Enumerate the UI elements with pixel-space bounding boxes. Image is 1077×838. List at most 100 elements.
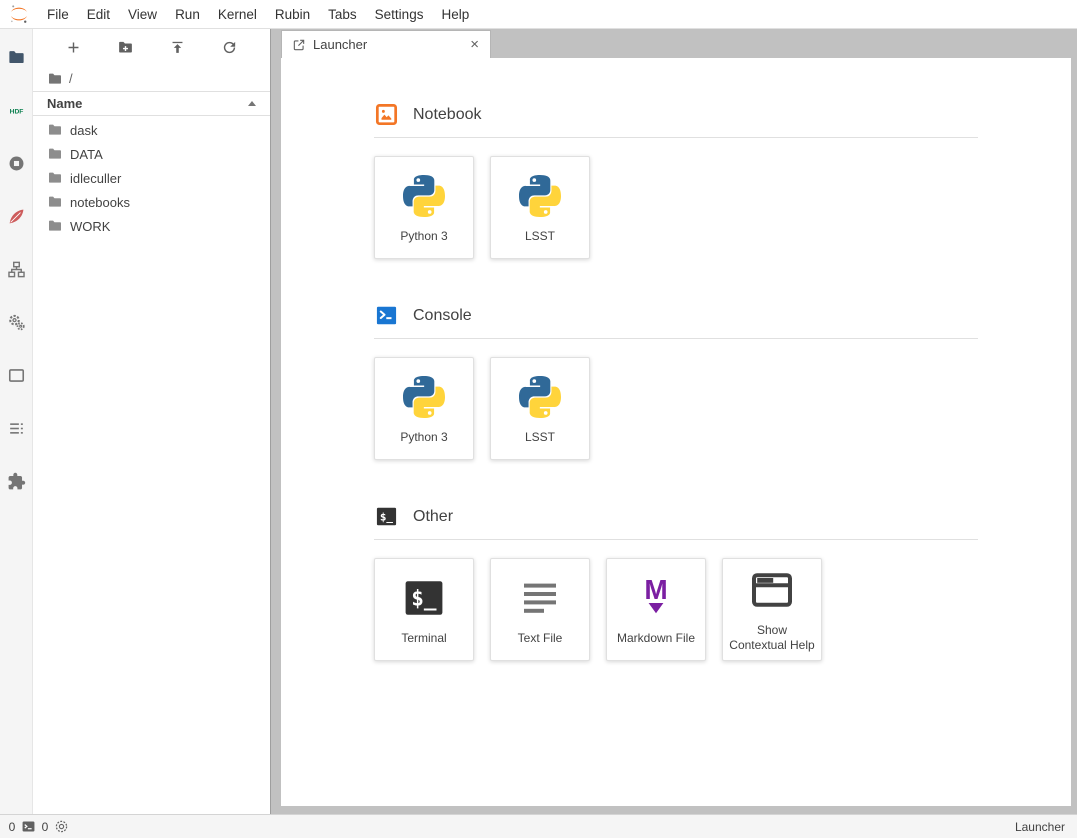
python-icon: [400, 373, 448, 421]
menu-view[interactable]: View: [119, 2, 166, 27]
menu-edit[interactable]: Edit: [78, 2, 119, 27]
notebook-icon: [374, 102, 399, 127]
kernel-status-icon: [54, 819, 69, 834]
card-label: Show Contextual Help: [727, 623, 817, 653]
running-icon: [7, 154, 26, 173]
terminals-count: 0: [8, 820, 16, 834]
new-folder-button[interactable]: [113, 36, 137, 60]
python-icon: [400, 172, 448, 220]
refresh-icon: [221, 39, 238, 56]
section-cards: Python 3 LSST: [374, 156, 978, 259]
card-label: LSST: [525, 229, 555, 244]
section-cards: Terminal Text File Markdown File Show Co…: [374, 558, 978, 661]
breadcrumb[interactable]: /: [33, 66, 270, 91]
terminal-icon: [400, 574, 448, 622]
new-folder-icon: [117, 39, 134, 56]
help-icon: [748, 566, 796, 614]
tab-launcher[interactable]: Launcher ×: [281, 30, 491, 58]
menu-settings[interactable]: Settings: [366, 2, 433, 27]
launcher-section-other: Other Terminal Text File Markdown File S…: [374, 504, 978, 661]
launcher-card-lsst[interactable]: LSST: [490, 357, 590, 460]
card-label: Python 3: [400, 430, 447, 445]
jupyterlab-window: FileEditViewRunKernelRubinTabsSettingsHe…: [0, 0, 1077, 838]
terminal-icon: [374, 504, 399, 529]
refresh-button[interactable]: [218, 36, 242, 60]
dock-body: Notebook Python 3 LSST Console Python 3 …: [271, 58, 1077, 814]
mode-indicator: Launcher: [1015, 820, 1065, 834]
sidebar-strip: [0, 29, 33, 814]
folder-icon: [47, 170, 63, 186]
python-icon: [516, 172, 564, 220]
sidebar-extension-manager[interactable]: [0, 455, 33, 508]
launcher-section-notebook: Notebook Python 3 LSST: [374, 102, 978, 259]
file-list: dask DATA idleculler notebooks WORK: [33, 116, 270, 814]
section-header: Console: [374, 303, 978, 328]
sessions-status[interactable]: 0 0: [8, 819, 69, 834]
new-launcher-button[interactable]: [61, 36, 85, 60]
launcher-card-lsst[interactable]: LSST: [490, 156, 590, 259]
launcher-card-python-3[interactable]: Python 3: [374, 357, 474, 460]
section-divider: [374, 539, 978, 540]
upload-icon: [169, 39, 186, 56]
gears-icon: [7, 313, 26, 332]
plus-icon: [65, 39, 82, 56]
menubar-items: FileEditViewRunKernelRubinTabsSettingsHe…: [38, 2, 478, 27]
jupyter-logo-icon: [8, 3, 30, 25]
card-icon: [7, 366, 26, 385]
folder-item-notebooks[interactable]: notebooks: [33, 190, 270, 214]
sidebar-gears-panel[interactable]: [0, 296, 33, 349]
sidebar-tab-manager[interactable]: [0, 349, 33, 402]
upload-button[interactable]: [166, 36, 190, 60]
sidebar-diagram-panel[interactable]: [0, 243, 33, 296]
menu-tabs[interactable]: Tabs: [319, 2, 366, 27]
hdf-icon: [7, 101, 26, 120]
folder-name: notebooks: [70, 195, 130, 210]
folder-item-work[interactable]: WORK: [33, 214, 270, 238]
launcher-card-markdown-file[interactable]: Markdown File: [606, 558, 706, 661]
section-cards: Python 3 LSST: [374, 357, 978, 460]
status-bar: 0 0 Launcher: [0, 814, 1077, 838]
folder-item-data[interactable]: DATA: [33, 142, 270, 166]
card-label: Text File: [518, 631, 563, 646]
folder-icon: [7, 48, 26, 67]
folder-icon: [47, 194, 63, 210]
launcher-section-console: Console Python 3 LSST: [374, 303, 978, 460]
kernels-count: 0: [41, 820, 49, 834]
sidebar-hdf5-viewer[interactable]: [0, 84, 33, 137]
folder-name: dask: [70, 123, 97, 138]
launcher-tab-icon: [292, 38, 306, 52]
card-label: Markdown File: [617, 631, 695, 646]
folder-icon: [47, 218, 63, 234]
launcher-card-python-3[interactable]: Python 3: [374, 156, 474, 259]
sidebar-running-sessions[interactable]: [0, 137, 33, 190]
menu-file[interactable]: File: [38, 2, 78, 27]
launcher-card-show-contextual-help[interactable]: Show Contextual Help: [722, 558, 822, 661]
card-label: Python 3: [400, 229, 447, 244]
textfile-icon: [516, 574, 564, 622]
sidebar-file-browser[interactable]: [0, 31, 33, 84]
launcher-card-text-file[interactable]: Text File: [490, 558, 590, 661]
name-column-header[interactable]: Name: [33, 91, 270, 116]
toc-icon: [7, 419, 26, 438]
section-title: Notebook: [413, 106, 482, 124]
launcher-card-terminal[interactable]: Terminal: [374, 558, 474, 661]
folder-name: idleculler: [70, 171, 121, 186]
feather-icon: [7, 207, 26, 226]
section-header: Other: [374, 504, 978, 529]
breadcrumb-root: /: [69, 71, 73, 86]
sidebar-table-of-contents[interactable]: [0, 402, 33, 455]
tab-close-button[interactable]: ×: [465, 35, 484, 54]
sidebar-feather-panel[interactable]: [0, 190, 33, 243]
terminal-status-icon: [21, 819, 36, 834]
launcher-sections: Notebook Python 3 LSST Console Python 3 …: [374, 102, 978, 661]
file-browser-toolbar: [33, 29, 270, 66]
folder-name: WORK: [70, 219, 110, 234]
menu-kernel[interactable]: Kernel: [209, 2, 266, 27]
folder-item-dask[interactable]: dask: [33, 118, 270, 142]
section-title: Console: [413, 307, 472, 325]
menu-rubin[interactable]: Rubin: [266, 2, 319, 27]
menu-run[interactable]: Run: [166, 2, 209, 27]
menu-help[interactable]: Help: [432, 2, 478, 27]
folder-item-idleculler[interactable]: idleculler: [33, 166, 270, 190]
sort-caret-icon: [248, 101, 256, 106]
